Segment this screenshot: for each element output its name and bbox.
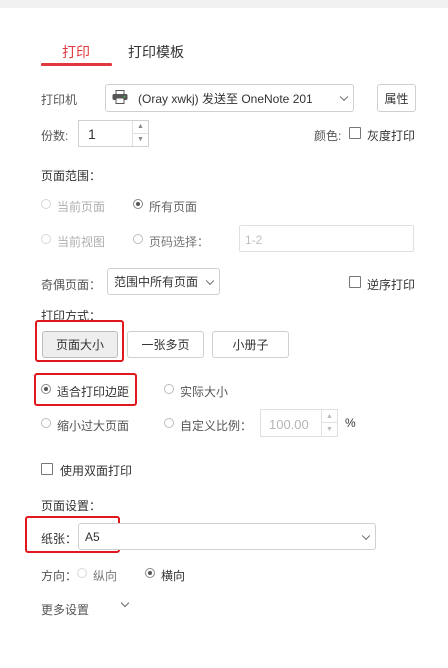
radio-actual-size[interactable] (164, 384, 174, 394)
landscape-label: 横向 (161, 569, 186, 583)
radio-portrait[interactable] (77, 568, 87, 578)
radio-landscape[interactable] (145, 568, 155, 578)
paper-value: A5 (85, 529, 100, 544)
duplex-label: 使用双面打印 (60, 464, 133, 478)
portrait-label: 纵向 (93, 569, 118, 583)
custom-scale-label: 自定义比例： (180, 419, 253, 433)
current-view-label: 当前视图 (57, 235, 106, 249)
page-size-button[interactable]: 页面大小 (42, 331, 118, 358)
tab-print-template[interactable]: 打印模板 (128, 42, 184, 62)
chevron-down-icon (361, 531, 371, 540)
stepper-up-icon[interactable]: ▲ (321, 410, 337, 423)
fit-margins-label: 适合打印边距 (57, 385, 130, 399)
odd-even-selected: 范围中所有页面 (114, 275, 199, 289)
paper-label: 纸张： (41, 532, 78, 546)
chevron-down-icon[interactable] (120, 598, 130, 608)
odd-even-label: 奇偶页面： (41, 278, 102, 292)
copies-value: 1 (88, 126, 96, 142)
percent-label: % (345, 416, 356, 430)
chevron-down-icon (339, 92, 349, 102)
booklet-button[interactable]: 小册子 (212, 331, 289, 358)
odd-even-select[interactable]: 范围中所有页面 (107, 268, 220, 295)
radio-fit-margins[interactable] (41, 384, 51, 394)
duplex-checkbox[interactable] (41, 463, 53, 475)
paper-select[interactable]: A5 (78, 523, 376, 550)
all-pages-label: 所有页面 (149, 200, 198, 214)
color-label: 颜色: (314, 129, 342, 143)
radio-custom-scale[interactable] (164, 418, 174, 428)
radio-shrink-oversized[interactable] (41, 418, 51, 428)
page-select-placeholder: 1-2 (245, 233, 263, 247)
stepper-down-icon[interactable]: ▼ (321, 423, 337, 436)
stepper-up-icon[interactable]: ▲ (132, 121, 148, 134)
stepper-down-icon[interactable]: ▼ (132, 133, 148, 146)
reverse-print-checkbox[interactable] (349, 276, 361, 288)
radio-page-select[interactable] (133, 234, 143, 244)
more-settings-link[interactable]: 更多设置 (41, 601, 89, 618)
active-tab-indicator (41, 63, 112, 66)
chevron-down-icon (205, 276, 215, 285)
reverse-print-label: 逆序打印 (367, 278, 416, 292)
printer-selected-value: (Oray xwkj) 发送至 OneNote 201 (138, 91, 313, 106)
page-setup-title: 页面设置： (41, 499, 102, 513)
grayscale-label: 灰度打印 (367, 129, 416, 143)
custom-scale-stepper[interactable]: 100.00 ▲ ▼ (260, 409, 338, 437)
orientation-label: 方向： (41, 569, 78, 583)
radio-current-view[interactable] (41, 234, 51, 244)
printer-select[interactable]: (Oray xwkj) 发送至 OneNote 201 (105, 84, 354, 112)
copies-label: 份数: (41, 129, 69, 143)
page-select-input[interactable]: 1-2 (239, 225, 414, 252)
radio-all-pages[interactable] (133, 199, 143, 209)
properties-button[interactable]: 属性 (377, 84, 416, 112)
printer-icon (112, 89, 132, 107)
custom-scale-value: 100.00 (269, 417, 309, 432)
shrink-oversized-label: 缩小过大页面 (57, 419, 130, 433)
grayscale-checkbox[interactable] (349, 127, 361, 139)
printer-label: 打印机 (41, 93, 78, 107)
actual-size-label: 实际大小 (180, 385, 229, 399)
page-select-label: 页码选择： (149, 235, 210, 249)
current-page-label: 当前页面 (57, 200, 106, 214)
top-strip (0, 0, 448, 8)
copies-stepper[interactable]: 1 ▲ ▼ (78, 120, 149, 147)
page-range-title: 页面范围： (41, 169, 102, 183)
multi-page-button[interactable]: 一张多页 (127, 331, 204, 358)
tab-print[interactable]: 打印 (62, 42, 90, 62)
radio-current-page[interactable] (41, 199, 51, 209)
